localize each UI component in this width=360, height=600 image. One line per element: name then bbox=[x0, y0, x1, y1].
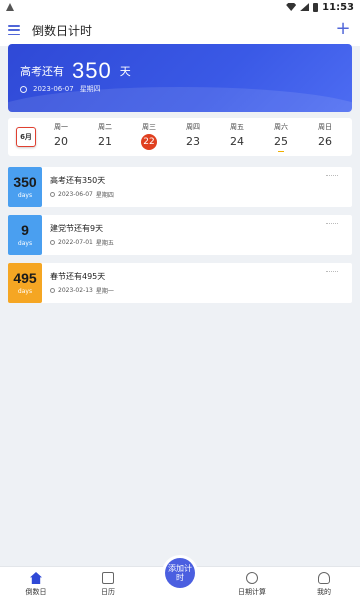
days-unit: days bbox=[17, 240, 33, 247]
days-box: 350 days bbox=[8, 167, 42, 207]
days-box: 495 days bbox=[8, 263, 42, 303]
day-number: 25 bbox=[274, 135, 288, 149]
card-date-row: 2023-02-13 星期一 bbox=[50, 286, 114, 295]
wifi-icon bbox=[286, 3, 297, 11]
banner-date-row: 2023-06-07 星期四 bbox=[20, 84, 101, 94]
status-icons: 11:53 bbox=[286, 2, 354, 13]
card-title: 高考还有350天 bbox=[50, 176, 106, 185]
countdown-card[interactable]: 350 days 高考还有350天 2023-06-07 星期四 bbox=[8, 167, 352, 207]
more-icon[interactable] bbox=[326, 175, 338, 177]
more-icon[interactable] bbox=[326, 223, 338, 225]
card-title: 建党节还有9天 bbox=[50, 224, 104, 233]
clock-icon bbox=[50, 192, 55, 197]
day-item[interactable]: 周一 20 bbox=[42, 122, 80, 153]
notification-icon bbox=[6, 3, 14, 11]
sun-icon bbox=[20, 85, 27, 93]
week-days: 周一 20 周二 21 周三 22 周四 23 周五 24 周六 25 周日 26 bbox=[42, 122, 344, 153]
add-button[interactable]: + bbox=[334, 18, 352, 39]
day-item-today[interactable]: 周三 22 bbox=[130, 122, 168, 153]
day-weekday: 周日 bbox=[318, 122, 332, 131]
page-title: 倒数日计时 bbox=[32, 23, 93, 38]
banner-number: 350 bbox=[72, 58, 112, 83]
days-number: 350 bbox=[13, 174, 37, 190]
day-number: 24 bbox=[230, 135, 244, 149]
countdown-list: 350 days 高考还有350天 2023-06-07 星期四 9 days 建… bbox=[8, 167, 352, 311]
event-marker bbox=[278, 150, 284, 153]
card-weekday: 星期一 bbox=[95, 288, 114, 295]
home-icon bbox=[30, 572, 42, 584]
card-weekday: 星期四 bbox=[95, 192, 114, 199]
nav-label: 我的 bbox=[317, 588, 331, 596]
day-item[interactable]: 周六 25 bbox=[262, 122, 300, 153]
days-number: 9 bbox=[21, 222, 29, 238]
day-item[interactable]: 周二 21 bbox=[86, 122, 124, 153]
banner-unit: 天 bbox=[119, 65, 131, 78]
days-box: 9 days bbox=[8, 215, 42, 255]
day-weekday: 周一 bbox=[54, 122, 68, 131]
nav-mine[interactable]: 我的 bbox=[288, 567, 360, 600]
day-weekday: 周四 bbox=[186, 122, 200, 131]
nav-label: 日期计算 bbox=[238, 588, 266, 596]
day-number: 20 bbox=[54, 135, 68, 149]
more-icon[interactable] bbox=[326, 271, 338, 273]
nav-calendar[interactable]: 日历 bbox=[72, 567, 144, 600]
card-date: 2022-07-01 bbox=[58, 239, 93, 246]
card-weekday: 星期五 bbox=[95, 240, 114, 247]
calendar-month-label: 6月 bbox=[20, 133, 32, 141]
card-title: 春节还有495天 bbox=[50, 272, 106, 281]
calendar-icon[interactable]: 6月 bbox=[16, 127, 36, 147]
countdown-banner[interactable]: 高考还有 350 天 2023-06-07 星期四 bbox=[8, 44, 352, 112]
nav-countdown[interactable]: 倒数日 bbox=[0, 567, 72, 600]
days-unit: days bbox=[17, 288, 33, 295]
day-item[interactable]: 周日 26 bbox=[306, 122, 344, 153]
status-time: 11:53 bbox=[322, 1, 354, 13]
day-number: 26 bbox=[318, 135, 332, 149]
app-header: 倒数日计时 + bbox=[0, 14, 360, 46]
status-bar: 11:53 bbox=[0, 0, 360, 14]
nav-date-calc[interactable]: 日期计算 bbox=[216, 567, 288, 600]
user-icon bbox=[318, 572, 330, 584]
nav-label: 倒数日 bbox=[25, 588, 47, 596]
week-strip: 6月 周一 20 周二 21 周三 22 周四 23 周五 24 周六 25 周日 26 bbox=[8, 118, 352, 156]
card-info: 春节还有495天 2023-02-13 星期一 bbox=[50, 263, 114, 303]
signal-icon bbox=[300, 3, 310, 11]
nav-add-timer[interactable]: 添加计时 bbox=[144, 558, 216, 600]
plus-icon: + bbox=[335, 18, 351, 39]
card-date: 2023-02-13 bbox=[58, 287, 93, 294]
day-item[interactable]: 周五 24 bbox=[218, 122, 256, 153]
countdown-card[interactable]: 495 days 春节还有495天 2023-02-13 星期一 bbox=[8, 263, 352, 303]
day-number-today: 22 bbox=[141, 133, 157, 150]
day-weekday: 周六 bbox=[274, 122, 288, 131]
card-date: 2023-06-07 bbox=[58, 191, 93, 198]
day-number: 23 bbox=[186, 135, 200, 149]
day-weekday: 周三 bbox=[142, 122, 156, 131]
menu-icon[interactable] bbox=[8, 25, 20, 35]
card-date-row: 2022-07-01 星期五 bbox=[50, 238, 114, 247]
day-weekday: 周五 bbox=[230, 122, 244, 131]
card-date-row: 2023-06-07 星期四 bbox=[50, 190, 114, 199]
banner-date: 2023-06-07 bbox=[33, 85, 74, 93]
day-weekday: 周二 bbox=[98, 122, 112, 131]
countdown-card[interactable]: 9 days 建党节还有9天 2022-07-01 星期五 bbox=[8, 215, 352, 255]
clock-icon bbox=[50, 240, 55, 245]
banner-headline: 高考还有 350 天 bbox=[20, 58, 131, 84]
card-info: 高考还有350天 2023-06-07 星期四 bbox=[50, 167, 114, 207]
clock-icon bbox=[50, 288, 55, 293]
day-number: 21 bbox=[98, 135, 112, 149]
nav-label: 日历 bbox=[101, 588, 115, 596]
day-item[interactable]: 周四 23 bbox=[174, 122, 212, 153]
add-timer-button[interactable]: 添加计时 bbox=[165, 558, 195, 588]
calendar-icon bbox=[102, 572, 114, 584]
banner-prefix: 高考还有 bbox=[20, 65, 64, 78]
card-info: 建党节还有9天 2022-07-01 星期五 bbox=[50, 215, 114, 255]
battery-icon bbox=[313, 2, 319, 12]
days-unit: days bbox=[17, 192, 33, 199]
days-number: 495 bbox=[13, 270, 37, 286]
bottom-nav: 倒数日 日历 添加计时 日期计算 我的 bbox=[0, 558, 360, 600]
clock-icon bbox=[246, 572, 258, 584]
banner-weekday: 星期四 bbox=[79, 85, 101, 93]
